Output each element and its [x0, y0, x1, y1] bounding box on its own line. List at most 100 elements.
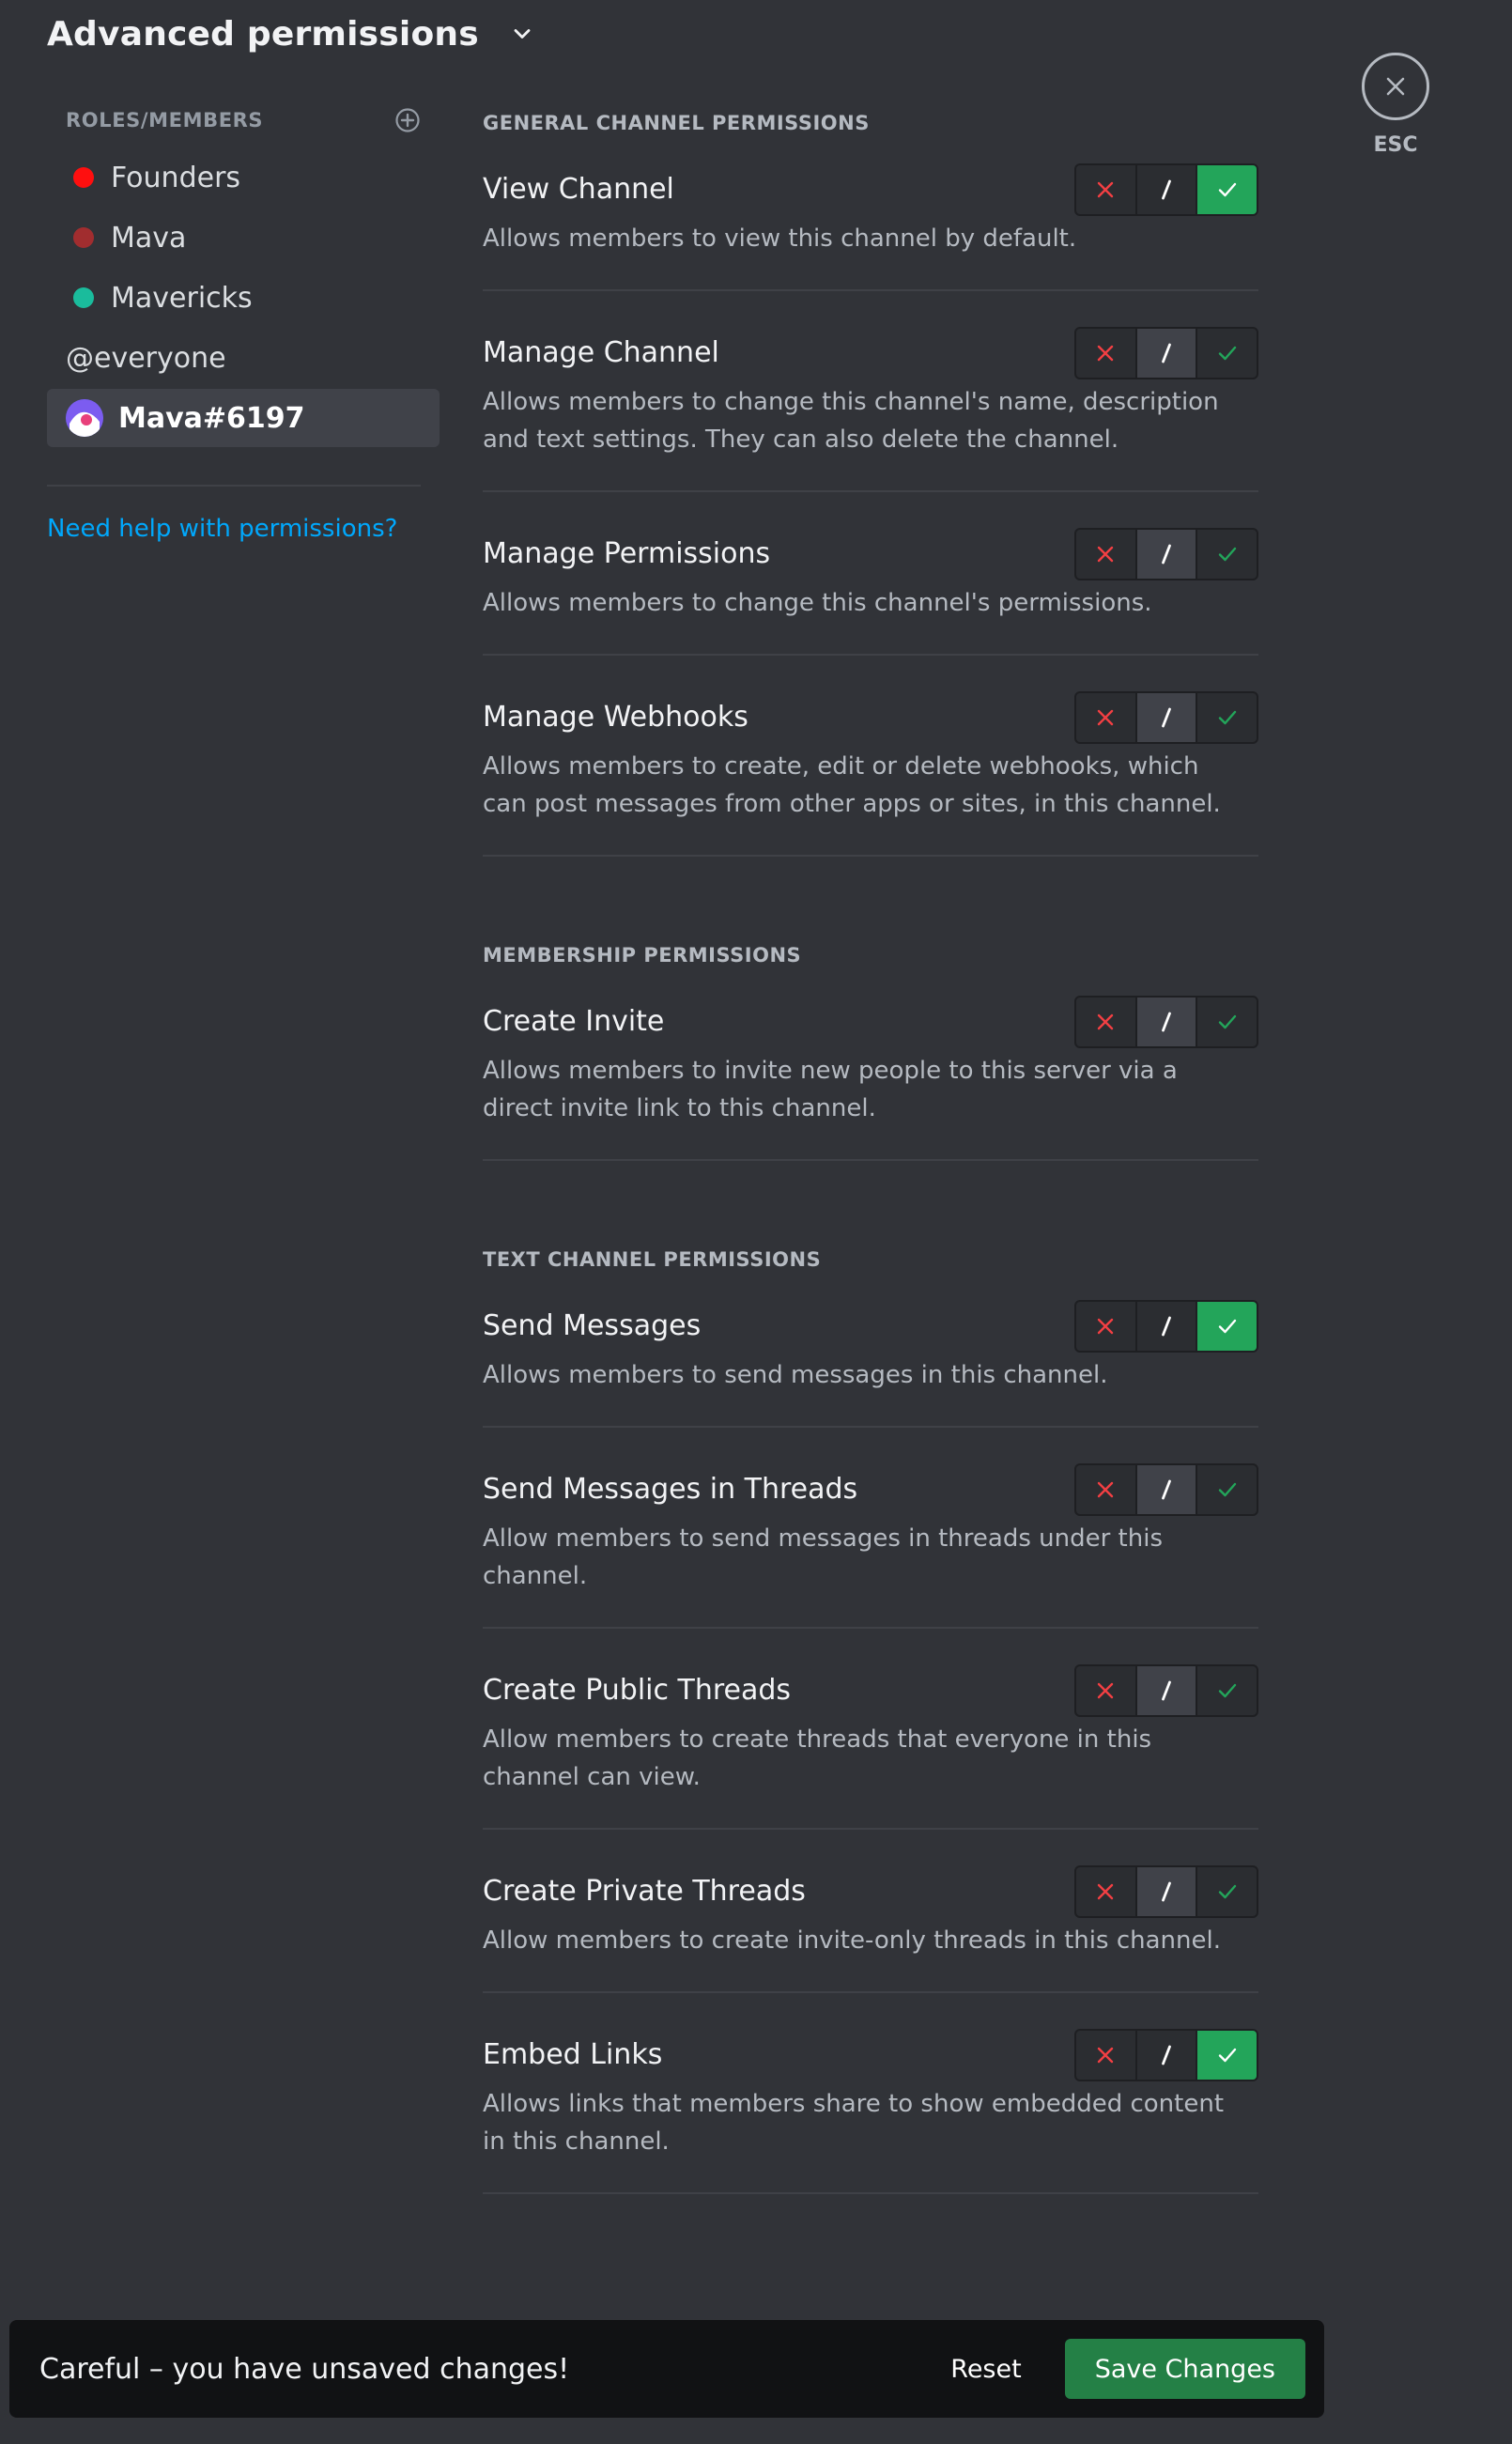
allow-button[interactable]	[1196, 1302, 1257, 1351]
allow-button[interactable]	[1196, 998, 1257, 1046]
deny-icon	[1098, 1481, 1114, 1498]
deny-button[interactable]	[1076, 1867, 1135, 1916]
deny-icon	[1098, 2047, 1114, 2064]
perm-description: Allow members to create invite-only thre…	[483, 1926, 1221, 1955]
roles-members-heading: ROLES/MEMBERS	[66, 109, 264, 131]
check-icon	[1218, 1683, 1236, 1698]
deny-button[interactable]	[1076, 329, 1135, 378]
allow-button[interactable]	[1196, 1867, 1257, 1916]
permission-toggle[interactable]	[1074, 1300, 1258, 1353]
permission-toggle[interactable]	[1074, 1865, 1258, 1918]
slash-icon	[1162, 707, 1171, 728]
permission-toggle[interactable]	[1074, 1463, 1258, 1516]
neutral-button[interactable]	[1134, 329, 1196, 378]
allow-button[interactable]	[1196, 530, 1257, 579]
check-icon	[1218, 2048, 1236, 2063]
deny-icon	[1098, 546, 1114, 563]
neutral-button[interactable]	[1134, 1465, 1196, 1514]
deny-button[interactable]	[1076, 165, 1135, 214]
role-item-founders[interactable]: Founders	[47, 148, 440, 207]
role-label: @everyone	[66, 341, 226, 375]
permissions-panel: GENERAL CHANNEL PERMISSIONS View Channel…	[483, 94, 1258, 2230]
permission-toggle[interactable]	[1074, 2029, 1258, 2081]
unsaved-changes-bar: Careful – you have unsaved changes! Rese…	[9, 2320, 1324, 2418]
role-label: Founders	[111, 161, 241, 194]
role-color-dot	[73, 287, 94, 308]
deny-icon	[1098, 345, 1114, 362]
permission-toggle[interactable]	[1074, 163, 1258, 216]
perm-description: Allows members to change this channel's …	[483, 589, 1152, 617]
role-item-mavericks[interactable]: Mavericks	[47, 269, 440, 327]
member-label: Mava#6197	[118, 401, 305, 435]
deny-button[interactable]	[1076, 1465, 1135, 1514]
section-heading-text: TEXT CHANNEL PERMISSIONS	[483, 1248, 822, 1271]
deny-button[interactable]	[1076, 2031, 1135, 2080]
close-control[interactable]: ESC	[1362, 53, 1429, 157]
close-button[interactable]	[1362, 53, 1429, 120]
permissions-help-link[interactable]: Need help with permissions?	[47, 515, 440, 543]
allow-button[interactable]	[1196, 1666, 1257, 1715]
neutral-button[interactable]	[1134, 530, 1196, 579]
perm-description: Allow members to send messages in thread…	[483, 1524, 1163, 1590]
member-item-selected[interactable]: Mava#6197	[47, 389, 440, 447]
role-item-everyone[interactable]: @everyone	[47, 329, 440, 387]
reset-button[interactable]: Reset	[950, 2355, 1021, 2384]
perm-description: Allows members to create, edit or delete…	[483, 752, 1221, 818]
deny-icon	[1098, 1883, 1114, 1900]
chevron-down-icon[interactable]	[509, 21, 535, 47]
check-icon	[1218, 1482, 1236, 1497]
deny-button[interactable]	[1076, 530, 1135, 579]
allow-button[interactable]	[1196, 165, 1257, 214]
deny-button[interactable]	[1076, 1302, 1135, 1351]
neutral-button[interactable]	[1134, 1302, 1196, 1351]
perm-embed-links: Embed Links Allows links that members sh…	[483, 2029, 1258, 2194]
role-label: Mavericks	[111, 281, 253, 315]
role-item-mava[interactable]: Mava	[47, 209, 440, 267]
perm-description: Allows members to view this channel by d…	[483, 224, 1077, 253]
neutral-button[interactable]	[1134, 1867, 1196, 1916]
deny-button[interactable]	[1076, 998, 1135, 1046]
perm-description: Allow members to create threads that eve…	[483, 1725, 1152, 1791]
deny-icon	[1098, 181, 1114, 198]
permission-toggle[interactable]	[1074, 327, 1258, 379]
close-icon	[1386, 77, 1405, 96]
deny-icon	[1098, 1013, 1114, 1030]
save-changes-button[interactable]: Save Changes	[1064, 2339, 1305, 2399]
perm-manage-webhooks: Manage Webhooks Allows members to create…	[483, 691, 1258, 857]
neutral-button[interactable]	[1134, 2031, 1196, 2080]
deny-icon	[1098, 709, 1114, 726]
roles-members-sidebar: ROLES/MEMBERS Founders Mava Mavericks @e…	[47, 94, 440, 543]
avatar	[66, 399, 103, 437]
permission-toggle[interactable]	[1074, 1664, 1258, 1717]
roles-members-header: ROLES/MEMBERS	[47, 94, 440, 147]
perm-create-public-threads: Create Public Threads Allow members to c…	[483, 1664, 1258, 1830]
permission-toggle[interactable]	[1074, 996, 1258, 1048]
perm-create-private-threads: Create Private Threads Allow members to …	[483, 1865, 1258, 1993]
section-heading-membership: MEMBERSHIP PERMISSIONS	[483, 944, 802, 967]
allow-button[interactable]	[1196, 329, 1257, 378]
page-title: Advanced permissions	[47, 14, 479, 54]
add-role-icon[interactable]	[394, 107, 421, 133]
esc-label: ESC	[1373, 133, 1418, 157]
deny-button[interactable]	[1076, 1666, 1135, 1715]
deny-icon	[1098, 1682, 1114, 1699]
page-header[interactable]: Advanced permissions	[47, 8, 535, 60]
neutral-button[interactable]	[1134, 165, 1196, 214]
permission-toggle[interactable]	[1074, 691, 1258, 744]
neutral-button[interactable]	[1134, 693, 1196, 742]
slash-icon	[1162, 1881, 1171, 1902]
slash-icon	[1162, 343, 1171, 364]
role-color-dot	[73, 227, 94, 248]
allow-button[interactable]	[1196, 2031, 1257, 2080]
neutral-button[interactable]	[1134, 998, 1196, 1046]
deny-icon	[1098, 1318, 1114, 1335]
allow-button[interactable]	[1196, 693, 1257, 742]
neutral-button[interactable]	[1134, 1666, 1196, 1715]
check-icon	[1218, 1319, 1236, 1334]
slash-icon	[1162, 1012, 1171, 1032]
allow-button[interactable]	[1196, 1465, 1257, 1514]
permission-toggle[interactable]	[1074, 528, 1258, 580]
deny-button[interactable]	[1076, 693, 1135, 742]
perm-description: Allows links that members share to show …	[483, 2090, 1225, 2156]
perm-description: Allows members to invite new people to t…	[483, 1057, 1178, 1122]
